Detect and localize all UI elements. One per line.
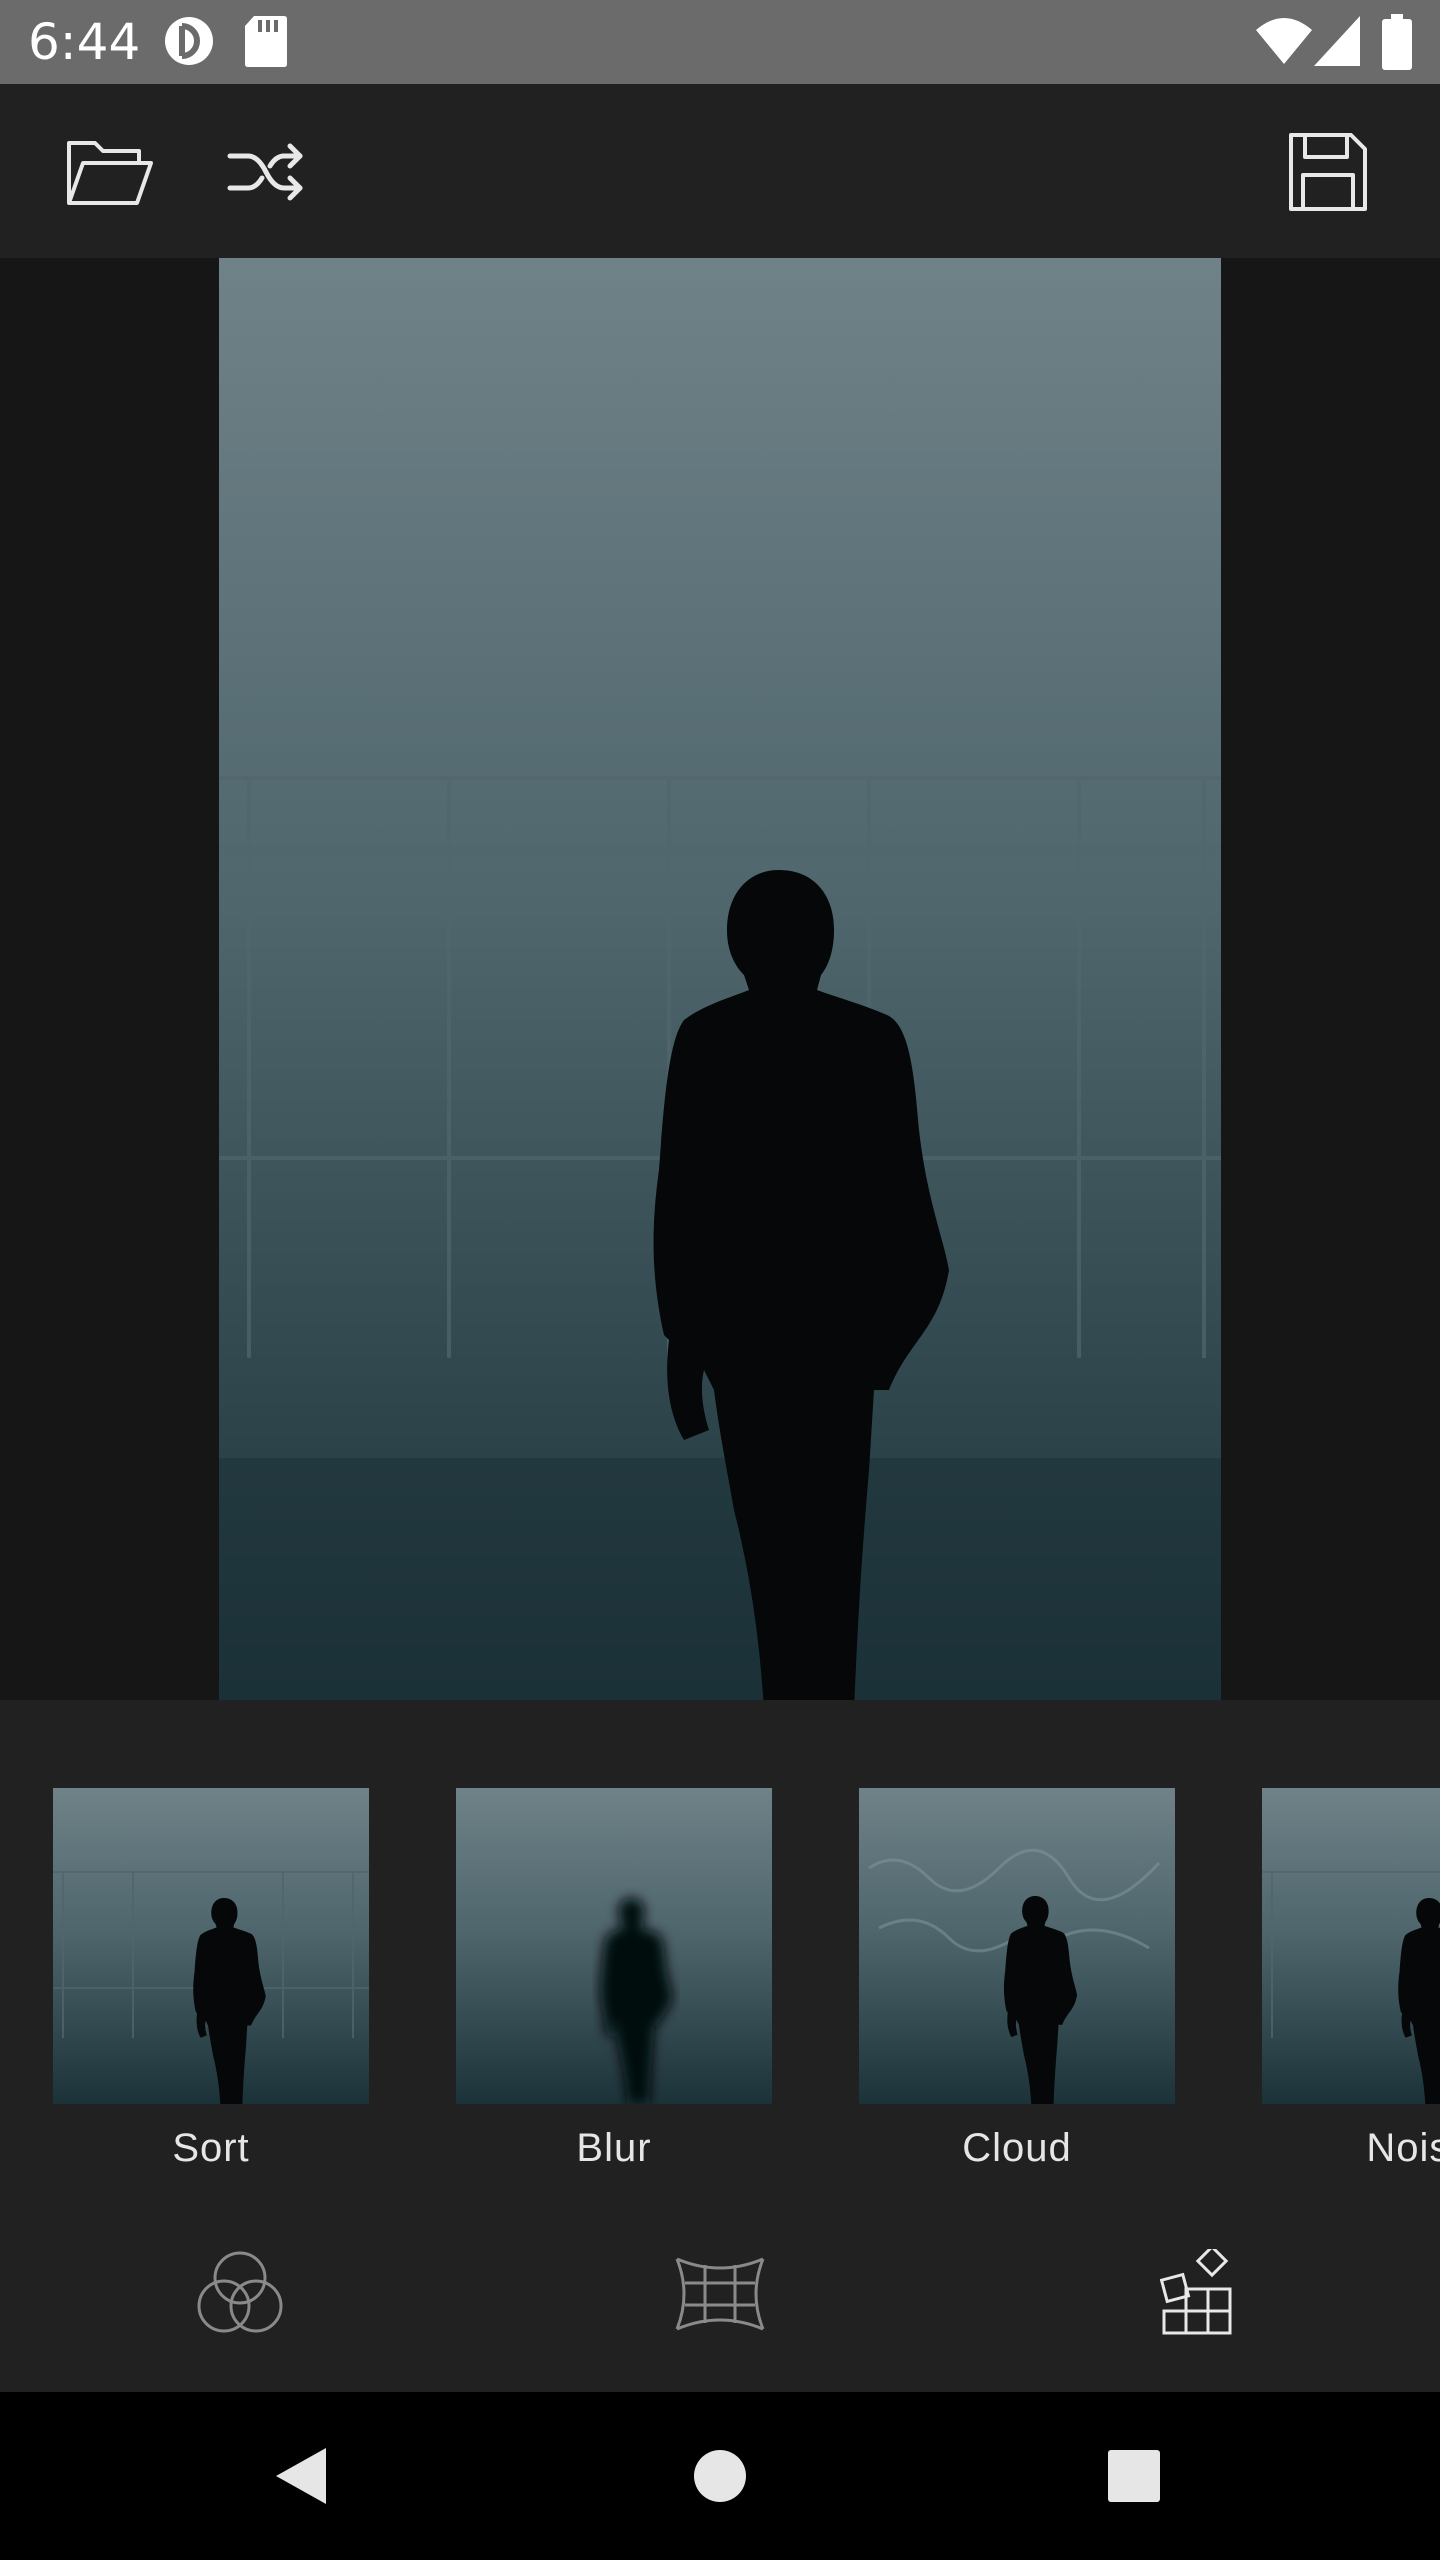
save-icon[interactable] (1280, 124, 1376, 220)
back-icon[interactable] (260, 2436, 340, 2516)
status-time: 6:44 (28, 13, 141, 71)
top-toolbar (0, 84, 1440, 258)
bottom-tab-bar (0, 2190, 1440, 2392)
recents-icon[interactable] (1094, 2436, 1174, 2516)
sync-icon (162, 14, 216, 73)
signal-icon (1312, 14, 1362, 73)
preview-photo[interactable] (219, 258, 1221, 1700)
system-nav-bar (0, 2392, 1440, 2560)
color-circles-icon[interactable] (192, 2246, 288, 2342)
effects-blocks-icon[interactable] (1152, 2246, 1248, 2342)
filter-item-blur[interactable]: Blur (456, 1788, 772, 2170)
folder-open-icon[interactable] (62, 124, 158, 220)
filter-item-cloud[interactable]: Cloud (859, 1788, 1175, 2170)
filter-label: Sort (172, 2126, 250, 2170)
battery-icon (1382, 14, 1412, 75)
filter-label: Blur (576, 2126, 652, 2170)
wifi-icon (1254, 14, 1314, 73)
grid-warp-icon[interactable] (672, 2246, 768, 2342)
filter-item-noise[interactable]: Noise (1262, 1788, 1440, 2170)
status-bar: 6:44 (0, 0, 1440, 84)
filter-thumb-sort (53, 1788, 369, 2104)
image-canvas (0, 258, 1440, 1700)
sd-card-icon (244, 14, 288, 73)
shuffle-icon[interactable] (218, 124, 314, 220)
filter-strip: Sort Blur Cloud Noise (0, 1700, 1440, 2190)
filter-thumb-blur (456, 1788, 772, 2104)
filter-label: Noise (1366, 2126, 1440, 2170)
filter-item-sort[interactable]: Sort (53, 1788, 369, 2170)
filter-thumb-cloud (859, 1788, 1175, 2104)
filter-thumb-noise (1262, 1788, 1440, 2104)
home-icon[interactable] (680, 2436, 760, 2516)
filter-label: Cloud (962, 2126, 1072, 2170)
